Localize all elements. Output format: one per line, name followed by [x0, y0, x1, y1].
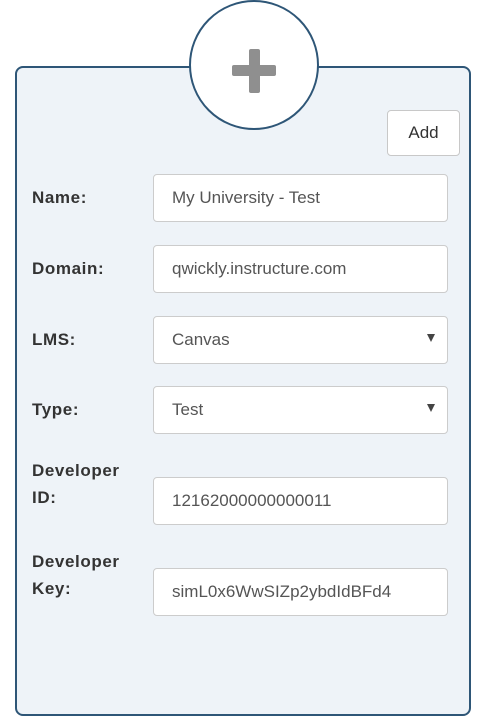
- developer-id-label: Developer ID:: [32, 457, 120, 511]
- lms-select-value: Canvas: [172, 330, 230, 349]
- developer-id-input[interactable]: 12162000000000011: [153, 477, 448, 525]
- developer-key-input[interactable]: simL0x6WwSIZp2ybdIdBFd4: [153, 568, 448, 616]
- type-select[interactable]: Test: [153, 386, 448, 434]
- developer-key-label-line1: Developer: [32, 552, 120, 571]
- lms-select[interactable]: Canvas: [153, 316, 448, 364]
- name-label: Name:: [32, 188, 87, 207]
- developer-key-label-line2: Key:: [32, 579, 72, 598]
- chevron-down-icon: [427, 334, 435, 342]
- type-select-value: Test: [172, 400, 204, 419]
- developer-key-label: Developer Key:: [32, 548, 120, 602]
- name-input[interactable]: My University - Test: [153, 174, 448, 222]
- chevron-down-icon: [427, 404, 435, 412]
- add-circle-button[interactable]: [189, 0, 319, 130]
- developer-id-label-line2: ID:: [32, 488, 57, 507]
- type-label: Type:: [32, 400, 80, 419]
- add-button[interactable]: Add: [387, 110, 460, 156]
- domain-input[interactable]: qwickly.instructure.com: [153, 245, 448, 293]
- lms-label: LMS:: [32, 330, 76, 349]
- developer-id-label-line1: Developer: [32, 461, 120, 480]
- domain-label: Domain:: [32, 259, 105, 278]
